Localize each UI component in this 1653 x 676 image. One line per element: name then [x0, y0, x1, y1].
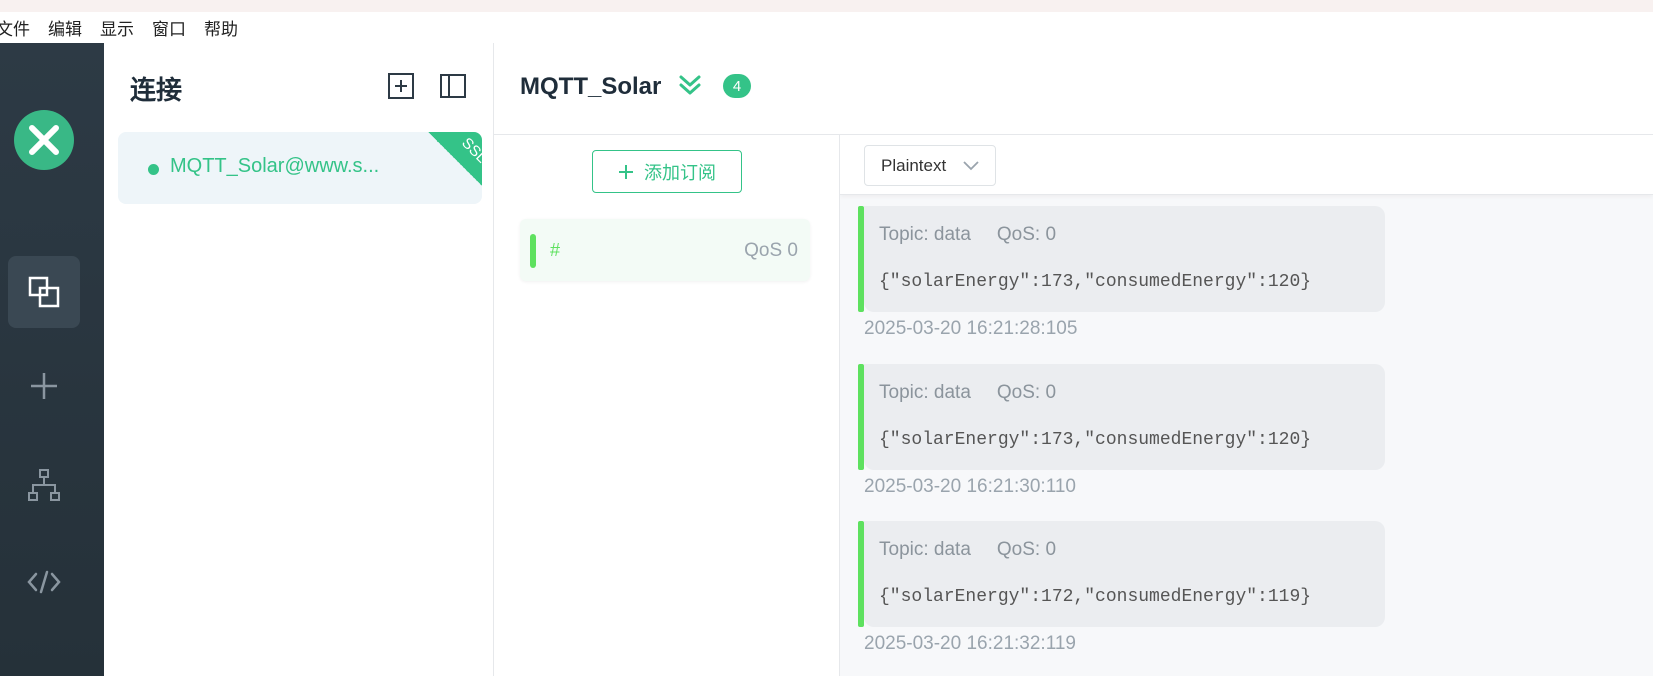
message-item[interactable]: Topic: data QoS: 0 {"solarEnergy":173,"co… [858, 364, 1385, 497]
message-topic: Topic: data [879, 382, 971, 403]
add-square-icon [388, 73, 414, 99]
code-icon [27, 570, 61, 594]
add-subscription-button[interactable]: 添加订阅 [592, 150, 742, 193]
mqttx-logo-icon[interactable] [14, 110, 74, 170]
message-timestamp: 2025-03-20 16:21:30:110 [864, 476, 1076, 497]
connection-detail: MQTT_Solar 4 添加订阅 # QoS 0 Plaintext Topi… [494, 43, 1653, 676]
message-payload: {"solarEnergy":172,"consumedEnergy":119} [879, 587, 1312, 607]
connections-title: 连接 [130, 76, 183, 106]
menu-help[interactable]: 帮助 [204, 15, 238, 40]
new-collection-button[interactable] [387, 72, 415, 100]
message-topic: Topic: data [879, 224, 971, 245]
toggle-panel-button[interactable] [439, 72, 467, 100]
ssl-badge: SSL [428, 132, 482, 186]
message-bubble: Topic: data QoS: 0 {"solarEnergy":172,"co… [864, 521, 1385, 627]
message-qos: QoS: 0 [996, 382, 1057, 403]
connections-panel: 连接 MQTT_Solar@www.s... SSL [104, 43, 494, 676]
message-meta: Topic: data QoS: 0 [879, 382, 1056, 404]
connections-icon [28, 276, 60, 308]
chevron-double-down-icon[interactable] [678, 73, 702, 97]
new-connection-nav-button[interactable] [8, 350, 80, 422]
menu-edit[interactable]: 编辑 [48, 15, 82, 40]
menu-bar: 文件 编辑 显示 窗口 帮助 [0, 12, 1653, 43]
script-nav-button[interactable] [8, 546, 80, 618]
message-qos: QoS: 0 [996, 224, 1057, 245]
connection-name: MQTT_Solar@www.s... [170, 155, 380, 177]
add-subscription-label: 添加订阅 [644, 162, 716, 184]
topology-icon [28, 469, 60, 501]
message-item[interactable]: Topic: data QoS: 0 {"solarEnergy":172,"co… [858, 521, 1385, 654]
connections-nav-button[interactable] [8, 256, 80, 328]
window-top-strip [0, 0, 1653, 12]
subscription-color-bar [530, 234, 536, 268]
payload-format-select[interactable]: Plaintext [864, 145, 996, 186]
connection-title: MQTT_Solar [520, 73, 662, 100]
message-timestamp: 2025-03-20 16:21:28:105 [864, 318, 1078, 339]
message-toolbar: Plaintext [840, 135, 1653, 195]
message-bubble: Topic: data QoS: 0 {"solarEnergy":173,"co… [864, 364, 1385, 470]
subscriptions-panel: 添加订阅 # QoS 0 [494, 135, 840, 676]
subscription-qos: QoS 0 [744, 240, 798, 261]
message-bubble: Topic: data QoS: 0 {"solarEnergy":173,"co… [864, 206, 1385, 312]
message-qos: QoS: 0 [996, 539, 1057, 560]
message-payload: {"solarEnergy":173,"consumedEnergy":120} [879, 430, 1312, 450]
chevron-down-icon [963, 161, 979, 171]
message-item[interactable]: Topic: data QoS: 0 {"solarEnergy":173,"co… [858, 206, 1385, 339]
menu-file[interactable]: 文件 [0, 15, 30, 40]
subscription-item[interactable]: # QoS 0 [520, 219, 810, 281]
menu-window[interactable]: 窗口 [152, 15, 186, 40]
message-list: Plaintext Topic: data QoS: 0 {"solarEnerg… [840, 135, 1653, 676]
message-topic: Topic: data [879, 539, 971, 560]
message-count-badge: 4 [723, 74, 751, 98]
topology-nav-button[interactable] [8, 449, 80, 521]
plus-icon [31, 373, 57, 399]
menu-view[interactable]: 显示 [100, 15, 134, 40]
sidebar-layout-icon [440, 74, 466, 98]
message-meta: Topic: data QoS: 0 [879, 539, 1056, 561]
payload-format-value: Plaintext [881, 155, 947, 175]
message-timestamp: 2025-03-20 16:21:32:119 [864, 633, 1076, 654]
message-meta: Topic: data QoS: 0 [879, 224, 1056, 246]
ssl-badge-label: SSL [457, 134, 482, 167]
connection-item[interactable]: MQTT_Solar@www.s... SSL [118, 132, 482, 204]
subscription-topic: # [550, 240, 561, 260]
connection-status-dot [148, 164, 159, 175]
left-nav-bar [0, 43, 104, 676]
detail-header: MQTT_Solar 4 [494, 43, 1653, 135]
plus-icon [619, 164, 633, 179]
message-payload: {"solarEnergy":173,"consumedEnergy":120} [879, 272, 1312, 292]
